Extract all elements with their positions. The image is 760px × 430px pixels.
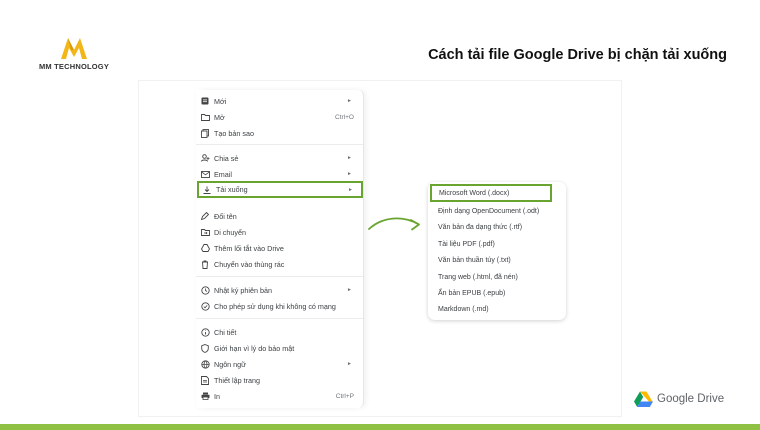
menu-item-download[interactable]: Tải xuống ►	[197, 181, 363, 198]
google-drive-icon	[634, 391, 653, 407]
menu-item-make-copy[interactable]: Tạo bản sao	[200, 126, 360, 140]
menu-item-version-history[interactable]: Nhật ký phiên bản ►	[200, 283, 360, 297]
menu-item-label: In	[214, 391, 220, 401]
history-icon	[200, 285, 210, 295]
menu-item-page-setup[interactable]: Thiết lập trang	[200, 373, 360, 387]
download-option-label: Định dạng OpenDocument (.odt)	[438, 207, 540, 215]
download-option-rtf[interactable]: Văn bản đa dạng thức (.rtf)	[438, 220, 560, 234]
menu-item-label: Email	[214, 169, 232, 179]
submenu-arrow-icon: ►	[347, 287, 352, 293]
email-icon	[200, 169, 210, 179]
download-option-label: Ấn bản EPUB (.epub)	[438, 289, 506, 297]
menu-divider	[196, 318, 363, 319]
download-option-txt[interactable]: Văn bản thuần túy (.txt)	[438, 253, 560, 267]
menu-item-label: Tạo bản sao	[214, 128, 254, 138]
menu-item-label: Ngôn ngữ	[214, 359, 246, 369]
download-option-odt[interactable]: Định dạng OpenDocument (.odt)	[438, 204, 560, 218]
menu-item-security-limits[interactable]: Giới hạn vì lý do bảo mật	[200, 341, 360, 355]
menu-item-label: Thiết lập trang	[214, 375, 260, 385]
menu-item-label: Chuyển vào thùng rác	[214, 259, 285, 269]
shield-icon	[200, 343, 210, 353]
menu-item-share[interactable]: Chia sẻ ►	[200, 151, 360, 165]
menu-item-label: Mới	[214, 96, 227, 106]
pencil-icon	[200, 211, 210, 221]
mm-technology-logo: MM TECHNOLOGY	[34, 36, 114, 71]
download-submenu: Microsoft Word (.docx) Định dạng OpenDoc…	[428, 182, 566, 320]
menu-item-language[interactable]: Ngôn ngữ ►	[200, 357, 360, 371]
new-doc-icon	[200, 96, 210, 106]
submenu-arrow-icon: ►	[348, 186, 353, 193]
menu-item-label: Di chuyển	[214, 227, 246, 237]
menu-item-offline[interactable]: Cho phép sử dụng khi không có mạng	[200, 299, 360, 313]
mm-logo-mark-icon	[61, 38, 87, 59]
menu-divider	[196, 276, 363, 277]
menu-item-label: Giới hạn vì lý do bảo mật	[214, 343, 295, 353]
shortcut-text: Ctrl+O	[335, 113, 354, 121]
menu-item-label: Tải xuống	[216, 185, 248, 194]
download-option-docx[interactable]: Microsoft Word (.docx)	[430, 184, 552, 202]
offline-icon	[200, 301, 210, 311]
menu-item-move[interactable]: Di chuyển	[200, 225, 360, 239]
curved-arrow-icon	[368, 217, 420, 231]
menu-item-label: Nhật ký phiên bản	[214, 285, 272, 295]
google-drive-logo: Google Drive	[634, 391, 724, 407]
info-icon	[200, 327, 210, 337]
share-person-icon	[200, 153, 210, 163]
menu-item-open[interactable]: Mở Ctrl+O	[200, 110, 360, 124]
submenu-arrow-icon: ►	[347, 171, 352, 177]
globe-icon	[200, 359, 210, 369]
download-option-md[interactable]: Markdown (.md)	[438, 302, 560, 316]
bottom-accent-bar	[0, 424, 760, 430]
menu-item-print[interactable]: In Ctrl+P	[200, 389, 360, 403]
move-folder-icon	[200, 227, 210, 237]
page-title: Cách tải file Google Drive bị chặn tải x…	[428, 47, 727, 63]
menu-item-label: Mở	[214, 112, 225, 122]
menu-item-label: Đổi tên	[214, 211, 237, 221]
file-menu: Mới ► Mở Ctrl+O Tạo bản sao Chia sẻ ► Em…	[196, 90, 364, 408]
page-setup-icon	[200, 375, 210, 385]
drive-shortcut-icon	[200, 243, 210, 253]
menu-item-add-shortcut[interactable]: Thêm lối tắt vào Drive	[200, 241, 360, 255]
submenu-arrow-icon: ►	[347, 98, 352, 104]
menu-item-new[interactable]: Mới ►	[200, 94, 360, 108]
download-option-label: Văn bản đa dạng thức (.rtf)	[438, 223, 523, 231]
download-option-label: Tài liệu PDF (.pdf)	[438, 240, 495, 248]
menu-item-email[interactable]: Email ►	[200, 167, 360, 181]
submenu-arrow-icon: ►	[347, 361, 352, 367]
menu-item-rename[interactable]: Đổi tên	[200, 209, 360, 223]
download-option-html[interactable]: Trang web (.html, đã nén)	[438, 270, 560, 284]
menu-item-label: Chia sẻ	[214, 153, 239, 163]
folder-open-icon	[200, 112, 210, 122]
printer-icon	[200, 391, 210, 401]
download-option-pdf[interactable]: Tài liệu PDF (.pdf)	[438, 237, 560, 251]
menu-item-details[interactable]: Chi tiết	[200, 325, 360, 339]
menu-divider	[196, 144, 363, 145]
menu-item-trash[interactable]: Chuyển vào thùng rác	[200, 257, 360, 271]
menu-item-label: Thêm lối tắt vào Drive	[214, 243, 284, 253]
download-option-epub[interactable]: Ấn bản EPUB (.epub)	[438, 286, 560, 300]
trash-icon	[200, 259, 210, 269]
download-option-label: Văn bản thuần túy (.txt)	[438, 256, 511, 264]
brand-name: MM TECHNOLOGY	[38, 62, 110, 71]
menu-item-label: Chi tiết	[214, 327, 237, 337]
google-drive-label: Google Drive	[657, 393, 725, 405]
submenu-arrow-icon: ►	[347, 155, 352, 161]
shortcut-text: Ctrl+P	[335, 392, 354, 400]
copy-icon	[200, 128, 210, 138]
download-option-label: Markdown (.md)	[438, 305, 489, 313]
menu-item-label: Cho phép sử dụng khi không có mạng	[214, 301, 336, 311]
download-option-label: Microsoft Word (.docx)	[439, 189, 510, 197]
download-icon	[202, 185, 212, 195]
download-option-label: Trang web (.html, đã nén)	[438, 273, 518, 281]
